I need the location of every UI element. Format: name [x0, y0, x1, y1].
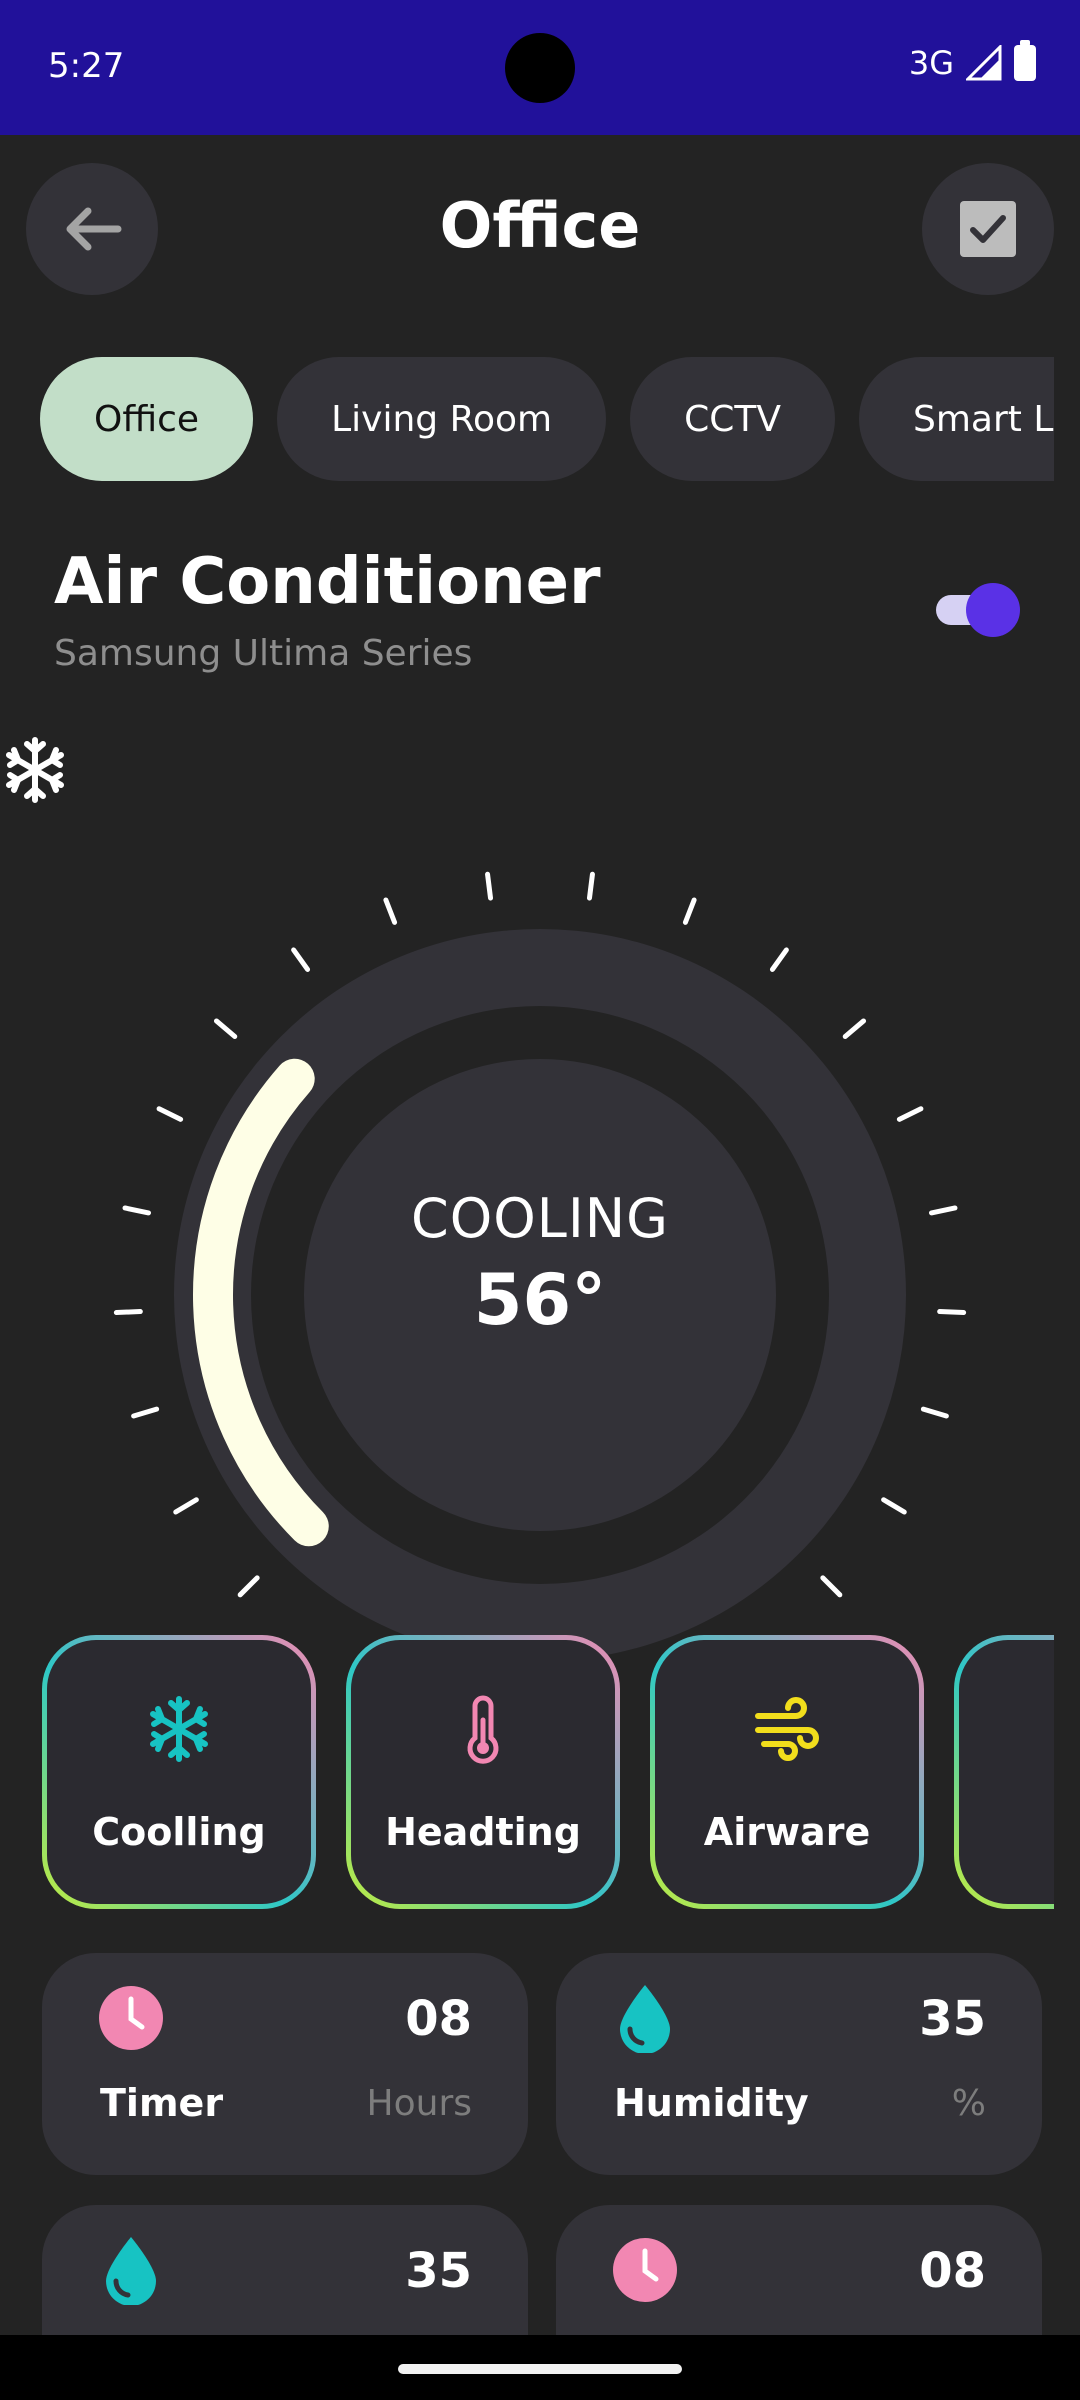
dial-tick [383, 897, 398, 925]
humidity-card-2[interactable]: 35 [42, 2205, 528, 2335]
wind-icon [755, 1697, 819, 1761]
status-icons: 3G [908, 40, 1036, 82]
water-drop-icon [620, 1985, 670, 2053]
header: Office [0, 135, 1080, 325]
mode-card-cooling[interactable]: Coolling [42, 1635, 316, 1909]
mode-list: Coolling Headting Airware Co [42, 1635, 1054, 1915]
timer-unit: Hours [366, 2083, 472, 2124]
humidity-card[interactable]: 35 Humidity % [556, 1953, 1042, 2175]
timer-label: Timer [100, 2081, 224, 2125]
timer-value: 08 [405, 1991, 472, 2047]
camera-cutout [505, 33, 575, 103]
dial-mode-label: COOLING [411, 1187, 669, 1250]
dial-tick [920, 1406, 949, 1419]
signal-icon [966, 45, 1002, 81]
dial-tick [682, 897, 697, 925]
mode-label: Co [959, 1810, 1054, 1854]
humidity-label: Humidity [614, 2081, 809, 2125]
power-toggle[interactable] [936, 583, 1020, 637]
clock-icon [613, 2238, 677, 2302]
water-drop-icon [106, 2237, 156, 2305]
snowflake-icon [150, 1696, 208, 1762]
mode-card-heating[interactable]: Headting [346, 1635, 620, 1909]
timer-card-2[interactable]: 08 [556, 2205, 1042, 2335]
room-tab-cctv[interactable]: CCTV [630, 357, 835, 481]
dial-tick [291, 947, 311, 972]
thermostat-dial[interactable]: COOLING 56° [0, 735, 1080, 1695]
dial-tick [173, 1497, 199, 1515]
mode-label: Airware [703, 1810, 871, 1854]
dial-tick [820, 1575, 843, 1598]
toggle-thumb [966, 583, 1020, 637]
dial-tick [881, 1497, 907, 1515]
device-model: Samsung Ultima Series [54, 633, 473, 674]
dial-tick [842, 1018, 867, 1039]
device-name: Air Conditioner [54, 545, 601, 619]
stat-value: 08 [919, 2243, 986, 2299]
navigation-bar [0, 2335, 1080, 2400]
app-screen: Office OfficeLiving RoomCCTVSmart Lamp A… [0, 135, 1080, 2335]
dial-tick [237, 1575, 260, 1598]
dial-tick [213, 1018, 238, 1039]
humidity-value: 35 [919, 1991, 986, 2047]
page-title: Office [439, 189, 641, 262]
dial-tick [586, 871, 595, 901]
mode-card-airwave[interactable]: Airware [650, 1635, 924, 1909]
clock-icon [99, 1986, 163, 2050]
check-button[interactable] [922, 163, 1054, 295]
status-bar: 5:27 3G [0, 0, 1080, 135]
dial-tick [131, 1406, 160, 1419]
mode-card-partial[interactable]: Co [954, 1635, 1054, 1909]
stat-value: 35 [405, 2243, 472, 2299]
thermometer-icon [467, 1695, 499, 1764]
network-type: 3G [908, 44, 954, 82]
humidity-unit: % [951, 2083, 986, 2124]
room-tab-office[interactable]: Office [40, 357, 254, 481]
checkbox-icon [960, 201, 1016, 257]
mode-label: Coolling [92, 1810, 266, 1854]
dial-tick [485, 871, 494, 901]
battery-icon [1014, 40, 1036, 81]
mode-label: Headting [385, 1810, 581, 1854]
dial-tick [156, 1106, 184, 1122]
dial-tick [769, 947, 789, 972]
room-tab-smart-lamp[interactable]: Smart Lamp [858, 357, 1054, 481]
dial-tick [896, 1106, 924, 1122]
status-time: 5:27 [48, 46, 125, 86]
timer-card[interactable]: 08 Timer Hours [42, 1953, 528, 2175]
room-tabs: OfficeLiving RoomCCTVSmart Lamp [40, 357, 1054, 483]
dial-temperature: 56° [473, 1259, 607, 1341]
room-tab-living-room[interactable]: Living Room [277, 357, 607, 481]
home-handle[interactable] [398, 2364, 682, 2374]
snowflake-icon [6, 737, 64, 803]
